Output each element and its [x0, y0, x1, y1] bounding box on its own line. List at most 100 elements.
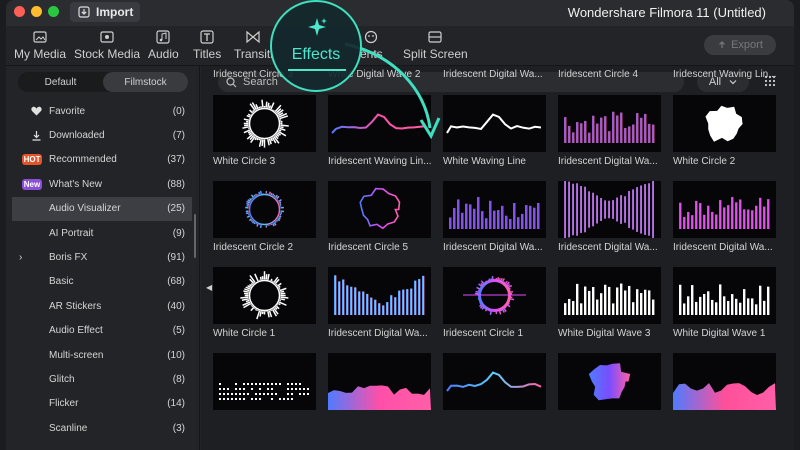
tab-titles[interactable]: Titles [193, 30, 221, 61]
effect-thumbnail[interactable] [213, 95, 316, 152]
sidebar-item-ai-portrait[interactable]: AI Portrait (9) [6, 221, 200, 245]
source-toggle: Default Filmstock [18, 72, 188, 92]
effect-card-label: Iridescent Digital Wa... [443, 242, 543, 253]
transitions-icon [246, 30, 261, 44]
tab-my-media[interactable]: My Media [14, 30, 66, 61]
tab-audio[interactable]: Audio [148, 30, 179, 61]
sidebar-item-audio-visualizer[interactable]: Audio Visualizer (25) [12, 196, 192, 221]
sidebar-item-scanline[interactable]: Scanline (3) [6, 416, 200, 440]
heart-icon [30, 105, 42, 117]
effect-thumbnail[interactable] [443, 181, 546, 238]
import-label: Import [96, 5, 134, 19]
maximize-window-button[interactable] [48, 6, 59, 17]
sidebar-item-ar-stickers[interactable]: AR Stickers (40) [6, 294, 200, 318]
effect-card-label: Iridescent Digital Wa... [443, 69, 543, 80]
sidebar-item-multi-screen[interactable]: Multi-screen (10) [6, 343, 200, 367]
import-button[interactable]: Import [70, 2, 140, 22]
visualizer-preview [219, 383, 309, 400]
tab-elements[interactable]: ents [360, 30, 383, 61]
sidebar-item-recommended[interactable]: HOT Recommended (37) [6, 148, 200, 172]
sidebar-scrollbar[interactable] [194, 214, 196, 258]
collapse-sidebar-icon[interactable]: ◀ [206, 283, 212, 292]
tab-split-screen[interactable]: Split Screen [403, 30, 468, 61]
effect-card-label: White Circle 1 [213, 328, 276, 339]
category-label: Favorite [49, 105, 86, 117]
visualizer-preview [242, 99, 289, 148]
category-label: Boris FX [49, 252, 88, 264]
category-label: Audio Visualizer [49, 203, 121, 215]
effect-thumbnail[interactable] [328, 353, 431, 410]
visualizer-preview [705, 105, 743, 142]
sidebar-item-boris-fx[interactable]: › Boris FX (91) [6, 245, 200, 269]
effect-thumbnail[interactable] [328, 181, 431, 238]
category-count: (0) [172, 105, 185, 117]
category-label: Scanline [49, 422, 88, 434]
effect-thumbnail[interactable] [328, 95, 431, 152]
visualizer-preview [240, 271, 289, 320]
category-sidebar: Default Filmstock Favorite (0) Downloade… [6, 66, 200, 450]
export-icon [719, 41, 726, 48]
effect-thumbnail[interactable] [558, 95, 661, 152]
minimize-window-button[interactable] [31, 6, 42, 17]
music-note-icon [156, 30, 170, 44]
effect-card-label: Iridescent Waving Lin... [673, 69, 777, 80]
effect-thumbnail[interactable] [558, 181, 661, 238]
sidebar-item-favorite[interactable]: Favorite (0) [6, 99, 200, 123]
category-count: (7) [172, 130, 185, 142]
effect-thumbnail[interactable] [443, 267, 546, 324]
titles-icon [200, 30, 214, 44]
effect-card-label: Iridescent Circle 2 [213, 242, 294, 253]
effect-thumbnail[interactable] [328, 267, 431, 324]
close-window-button[interactable] [14, 6, 25, 17]
chevron-right-icon[interactable]: › [19, 252, 22, 263]
tab-stock-media[interactable]: Stock Media [74, 30, 140, 61]
effect-thumbnail[interactable] [213, 181, 316, 238]
effect-card-label: Iridescent Digital Wa... [328, 328, 428, 339]
effect-thumbnail[interactable] [558, 353, 661, 410]
effect-card-label: White Circle 3 [213, 156, 276, 167]
tab-transitions[interactable]: Transiti [234, 30, 273, 61]
visualizer-preview [679, 197, 770, 229]
category-count: (8) [172, 373, 185, 385]
category-label: AI Portrait [49, 227, 94, 239]
effect-thumbnail[interactable] [673, 267, 776, 324]
sidebar-item-audio-effect[interactable]: Audio Effect (5) [6, 319, 200, 343]
visualizer-preview [446, 113, 542, 134]
effect-card-label: White Digital Wave 1 [673, 328, 766, 339]
effects-tab-highlight[interactable]: Effects [270, 0, 362, 92]
effect-thumbnail[interactable] [213, 353, 316, 410]
category-label: Downloaded [49, 130, 105, 142]
category-count: (68) [167, 276, 185, 288]
sidebar-item-flicker[interactable]: Flicker (14) [6, 392, 200, 416]
effect-card-label: White Waving Line [443, 156, 526, 167]
visualizer-preview [331, 113, 427, 134]
sidebar-item-glitch[interactable]: Glitch (8) [6, 367, 200, 391]
sidebar-item-basic[interactable]: Basic (68) [6, 270, 200, 294]
hot-badge: HOT [21, 154, 43, 166]
window-title: Wondershare Filmora 11 (Untitled) [567, 5, 766, 20]
tab-filmstock[interactable]: Filmstock [103, 72, 188, 92]
effect-thumbnail[interactable] [558, 267, 661, 324]
tab-default[interactable]: Default [18, 72, 103, 92]
tab-label: Transiti [234, 47, 273, 61]
effect-thumbnail[interactable] [673, 353, 776, 410]
visualizer-preview [446, 371, 542, 392]
effect-card-label: White Digital Wave 3 [558, 328, 651, 339]
export-button[interactable]: Export [704, 35, 776, 55]
effect-thumbnail[interactable] [213, 267, 316, 324]
effect-thumbnail[interactable] [443, 353, 546, 410]
visualizer-preview [588, 363, 631, 401]
effect-thumbnail[interactable] [443, 95, 546, 152]
category-label: What's New [49, 178, 103, 190]
sidebar-item-whats-new[interactable]: New What's New (88) [6, 172, 200, 196]
effect-thumbnail[interactable] [673, 181, 776, 238]
sidebar-item-downloaded[interactable]: Downloaded (7) [6, 123, 200, 147]
import-icon [78, 6, 90, 18]
category-list: Favorite (0) Downloaded (7) HOT Recommen… [6, 99, 200, 440]
effects-browser: Search All ◀ Iridescent Circle 3 White Di… [201, 66, 794, 450]
effect-thumbnail[interactable] [673, 95, 776, 152]
visualizer-preview [564, 181, 654, 238]
title-bar: Import Wondershare Filmora 11 (Untitled) [6, 0, 794, 26]
category-label: Flicker [49, 398, 79, 410]
category-count: (9) [172, 227, 185, 239]
